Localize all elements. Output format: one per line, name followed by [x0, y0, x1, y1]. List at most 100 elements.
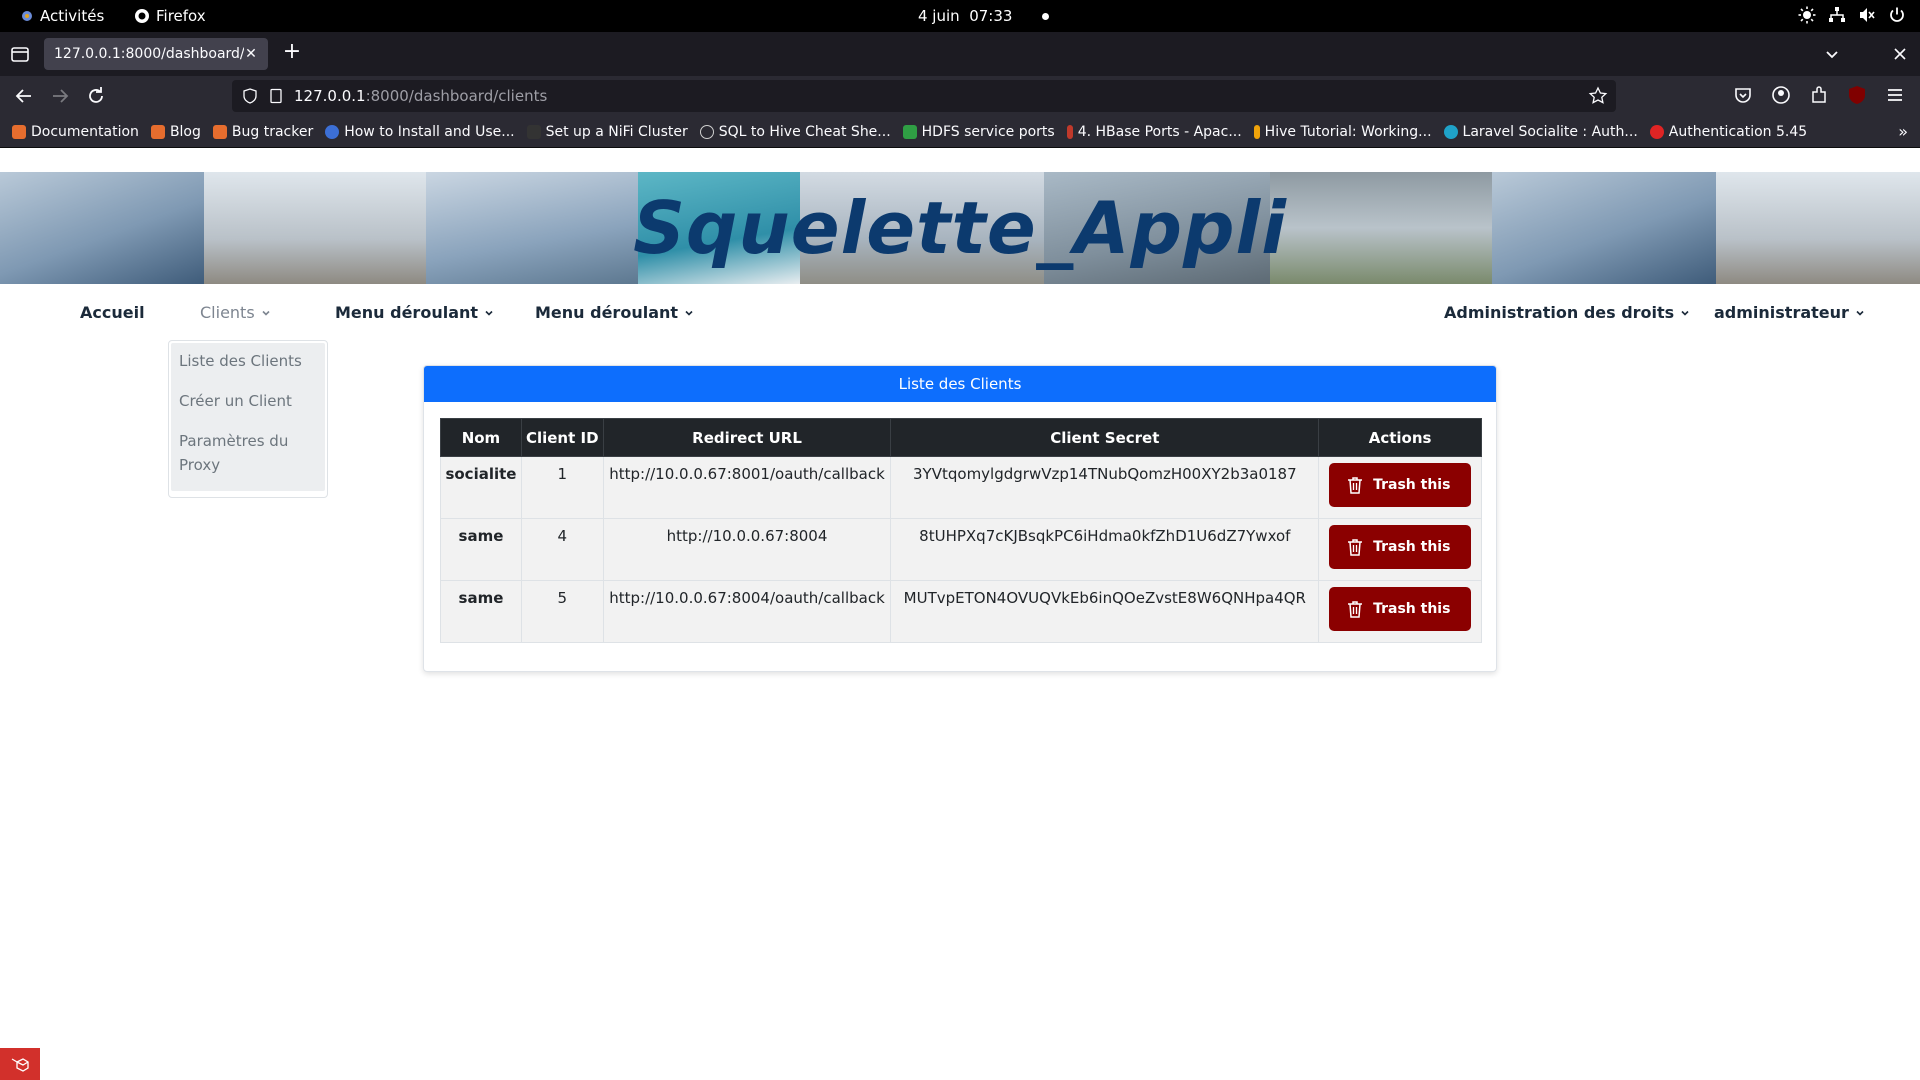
system-tray[interactable] — [1798, 6, 1906, 24]
firefox-icon — [135, 9, 149, 23]
bookmark-label: Set up a NiFi Cluster — [545, 123, 688, 140]
extensions-icon[interactable] — [1808, 84, 1830, 106]
web-page: Squelette_Appli Accueil Clients Menu dér… — [0, 148, 1920, 1080]
back-icon[interactable] — [12, 84, 36, 108]
tracking-shield-icon[interactable] — [242, 88, 258, 104]
col-header-redirect-url: Redirect URL — [602, 418, 892, 457]
dropdown-item-list-clients[interactable]: Liste des Clients — [179, 349, 317, 373]
clock-time: 07:33 — [969, 7, 1013, 25]
bookmark-item[interactable]: Authentication 5.45 — [1649, 123, 1808, 140]
cell-name: same — [440, 518, 522, 581]
table-header-row: Nom Client ID Redirect URL Client Secret… — [440, 418, 1482, 457]
bookmark-item[interactable]: Set up a NiFi Cluster — [526, 123, 688, 140]
tab-close-icon[interactable]: ✕ — [244, 46, 258, 62]
trash-button-label: Trash this — [1373, 477, 1451, 493]
app-menu-button[interactable]: Firefox — [134, 7, 206, 25]
bookmark-label: Blog — [169, 123, 201, 140]
bookmark-favicon-icon — [526, 124, 541, 139]
trash-button[interactable]: Trash this — [1329, 587, 1472, 631]
bookmark-item[interactable]: Blog — [150, 123, 201, 140]
bookmark-label: Authentication 5.45 — [1668, 123, 1808, 140]
trash-button-label: Trash this — [1373, 601, 1451, 617]
nav-admin-rights-label: Administration des droits — [1444, 303, 1675, 322]
chevron-down-icon — [1681, 310, 1689, 316]
bookmark-label: Laravel Socialite : Auth... — [1462, 123, 1638, 140]
col-header-actions: Actions — [1318, 418, 1482, 457]
page-info-icon[interactable] — [268, 88, 284, 104]
cell-actions: Trash this — [1318, 456, 1482, 519]
trash-button[interactable]: Trash this — [1329, 463, 1472, 507]
nav-clients-label: Clients — [200, 303, 255, 322]
trash-icon — [1348, 477, 1363, 494]
activities-button[interactable]: Activités — [20, 7, 104, 25]
cell-actions: Trash this — [1318, 580, 1482, 643]
cell-client-id: 5 — [520, 580, 604, 643]
nav-user-dropdown[interactable]: administrateur — [1714, 303, 1865, 322]
brightness-icon — [1798, 6, 1816, 24]
window-close-icon[interactable] — [1890, 44, 1910, 64]
reload-icon[interactable] — [84, 84, 108, 108]
dropdown-item-proxy-settings[interactable]: Paramètres du Proxy — [179, 429, 317, 477]
toolbar-right-icons — [1732, 84, 1906, 106]
ublock-icon[interactable] — [1846, 84, 1868, 106]
table-row: socialite 1 http://10.0.0.67:8001/oauth/… — [440, 456, 1482, 519]
nav-clients-dropdown[interactable]: Clients — [200, 303, 271, 322]
clients-table-wrapper: Nom Client ID Redirect URL Client Secret… — [440, 418, 1482, 643]
dropdown-item-create-client[interactable]: Créer un Client — [179, 389, 317, 413]
clock-date: 4 juin — [918, 7, 960, 25]
trash-icon — [1348, 601, 1363, 618]
browser-nav-toolbar: 127.0.0.1:8000/dashboard/clients — [0, 76, 1920, 116]
bookmark-star-icon[interactable] — [1588, 86, 1608, 106]
bookmark-label: Hive Tutorial: Working... — [1264, 123, 1432, 140]
bookmark-label: How to Install and Use... — [344, 123, 515, 140]
new-tab-button[interactable]: + — [280, 40, 304, 64]
chevron-down-icon — [685, 310, 693, 316]
cell-client-secret: 3YVtqomylgdgrwVzp14TNubQomzH00XY2b3a0187 — [890, 456, 1320, 519]
trash-button[interactable]: Trash this — [1329, 525, 1472, 569]
bookmark-favicon-icon — [1253, 124, 1260, 139]
list-all-tabs-icon[interactable] — [1822, 44, 1842, 64]
bookmark-item[interactable]: HDFS service ports — [902, 123, 1055, 140]
browser-tab-active[interactable]: 127.0.0.1:8000/dashboard/cl ✕ — [44, 38, 268, 70]
url-bar[interactable]: 127.0.0.1:8000/dashboard/clients — [232, 80, 1616, 112]
url-text: 127.0.0.1:8000/dashboard/clients — [294, 87, 547, 105]
nav-user-label: administrateur — [1714, 303, 1849, 322]
bookmark-item[interactable]: Bug tracker — [212, 123, 314, 140]
bookmark-item[interactable]: Hive Tutorial: Working... — [1253, 123, 1432, 140]
cell-redirect-url: http://10.0.0.67:8004/oauth/callback — [602, 580, 892, 643]
bookmark-item[interactable]: 4. HBase Ports - Apac... — [1066, 124, 1242, 140]
bookmark-favicon-icon — [902, 124, 917, 139]
account-icon[interactable] — [1770, 84, 1792, 106]
cell-name: socialite — [440, 456, 522, 519]
nav-menu-deroulant-1[interactable]: Menu déroulant — [335, 303, 494, 322]
bookmark-item[interactable]: How to Install and Use... — [325, 123, 515, 140]
bookmark-label: Documentation — [31, 123, 139, 140]
hamburger-menu-icon[interactable] — [1884, 84, 1906, 106]
nav-menu-deroulant-2[interactable]: Menu déroulant — [535, 303, 694, 322]
bookmark-item[interactable]: Documentation — [12, 124, 139, 140]
bookmark-item[interactable]: SQL to Hive Cheat She... — [699, 123, 891, 140]
globe-icon — [699, 124, 714, 139]
site-navbar: Accueil Clients Menu déroulant Menu déro… — [0, 294, 1920, 334]
nav-admin-rights-dropdown[interactable]: Administration des droits — [1444, 303, 1690, 322]
pocket-icon[interactable] — [1732, 84, 1754, 106]
trash-button-label: Trash this — [1373, 539, 1451, 555]
col-header-name: Nom — [440, 418, 522, 457]
table-row: same 4 http://10.0.0.67:8004 8tUHPXq7cKJ… — [440, 518, 1482, 581]
bookmark-item[interactable]: Laravel Socialite : Auth... — [1443, 123, 1638, 140]
table-row: same 5 http://10.0.0.67:8004/oauth/callb… — [440, 580, 1482, 643]
bookmarks-overflow-icon[interactable]: » — [1898, 122, 1908, 141]
nav-home[interactable]: Accueil — [80, 303, 145, 322]
bookmark-label: SQL to Hive Cheat She... — [718, 123, 891, 140]
clients-dropdown-menu: Liste des Clients Créer un Client Paramè… — [168, 340, 328, 498]
forward-icon[interactable] — [48, 84, 72, 108]
trash-icon — [1348, 539, 1363, 556]
card-header: Liste des Clients — [424, 366, 1496, 402]
power-icon — [1890, 7, 1904, 22]
bookmark-label: Bug tracker — [231, 123, 314, 140]
col-header-client-id: Client ID — [520, 418, 604, 457]
firefox-view-icon[interactable] — [10, 44, 30, 64]
clock-button[interactable]: 4 juin 07:33 — [918, 7, 1050, 25]
laravel-debugbar-icon[interactable] — [0, 1048, 40, 1080]
bookmark-label: HDFS service ports — [921, 123, 1055, 140]
